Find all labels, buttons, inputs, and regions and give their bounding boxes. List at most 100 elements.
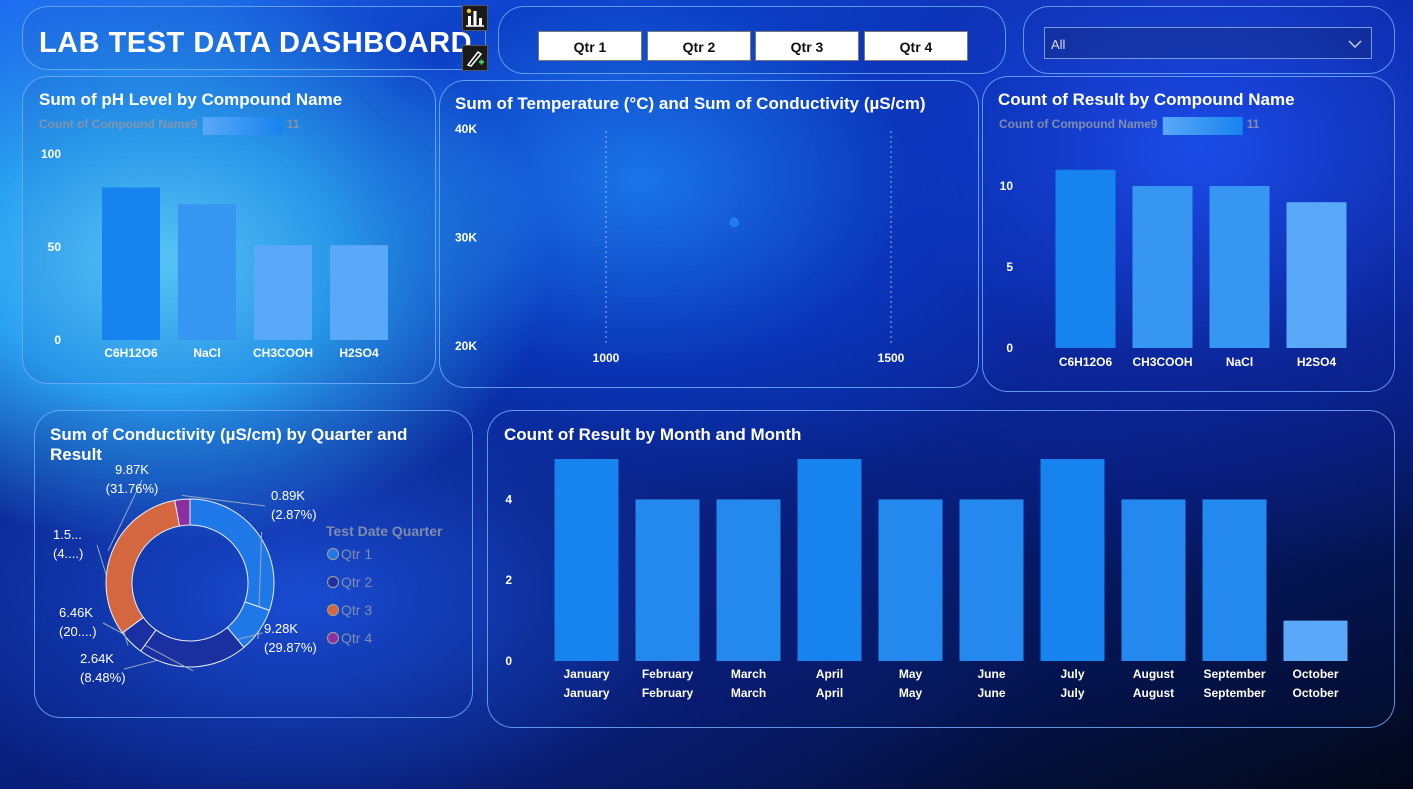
qtr-2-button[interactable]: Qtr 2 <box>647 31 751 61</box>
donut-slice <box>189 498 275 612</box>
x-tick-label: 1500 <box>878 351 905 365</box>
y-tick-label: 5 <box>1006 260 1013 274</box>
bar-January <box>554 459 619 661</box>
x-tick-label: January <box>563 686 609 700</box>
format-brush-icon[interactable] <box>462 45 488 71</box>
filter-dropdown[interactable]: All <box>1044 27 1372 59</box>
bar-chart-icon[interactable] <box>462 5 488 31</box>
donut-slice <box>105 499 181 634</box>
bar-H2SO4 <box>1286 202 1347 348</box>
result-chart: Count of Compound Name 9 11 0 5 10 C6H12O6 CH3C… <box>999 117 1347 369</box>
donut-legend-marker <box>326 547 340 561</box>
y-tick-label: 2 <box>505 573 512 587</box>
x-tick-label: H2SO4 <box>1297 355 1337 369</box>
bar-NaCl <box>178 204 236 340</box>
filter-dropdown-value: All <box>1051 37 1066 52</box>
donut-label-percent: (8.48%) <box>80 670 126 685</box>
donut-legend-title: Test Date Quarter <box>326 523 443 539</box>
donut-label-value: 0.89K <box>271 488 305 503</box>
x-tick-label: March <box>731 686 766 700</box>
y-tick-label: 4 <box>505 492 512 506</box>
donut-label-value: 9.28K <box>264 621 298 636</box>
bar-CH3COOH <box>1132 186 1193 348</box>
quarter-slicer-panel: Qtr 1 Qtr 2 Qtr 3 Qtr 4 <box>498 6 1006 74</box>
x-tick-label: February <box>642 686 694 700</box>
x-tick-label: October <box>1292 667 1338 681</box>
y-tick-label: 40K <box>455 122 477 136</box>
bar-April <box>797 459 862 661</box>
bar-C6H12O6 <box>1055 169 1116 348</box>
donut-label-value: 2.64K <box>80 651 114 666</box>
x-tick-label: June <box>977 667 1005 681</box>
qtr-4-button[interactable]: Qtr 4 <box>864 31 968 61</box>
bar-May <box>878 499 943 661</box>
ph-chart-panel: Sum of pH Level by Compound Name Count o… <box>22 76 436 384</box>
y-tick-label: 50 <box>48 240 62 254</box>
month-chart-panel: Count of Result by Month and Month 0 2 4 Ja… <box>487 410 1395 728</box>
x-tick-label: July <box>1060 667 1084 681</box>
bar-C6H12O6 <box>102 187 160 340</box>
scatter-chart: 1000 1500 20K 30K 40K <box>455 122 905 365</box>
x-tick-label: NaCl <box>1226 355 1253 369</box>
bar-June <box>959 499 1024 661</box>
bar-H2SO4 <box>330 245 388 340</box>
donut-label-percent: (29.87%) <box>264 640 317 655</box>
x-tick-label: NaCl <box>193 346 220 360</box>
legend-max: 11 <box>1247 117 1260 131</box>
x-tick-label: April <box>816 667 843 681</box>
donut-chart-panel: Sum of Conductivity (µS/cm) by Quarter a… <box>34 410 473 718</box>
x-tick-label: H2SO4 <box>339 346 379 360</box>
donut-legend-marker <box>326 631 340 645</box>
legend-min: 9 <box>191 117 198 131</box>
donut-legend-marker <box>326 603 340 617</box>
donut-chart: 9.28K (29.87%) 2.64K (8.48%) 6.46K (20....) 1.… <box>53 462 443 685</box>
x-tick-label: September <box>1203 667 1265 681</box>
y-tick-label: 100 <box>41 147 61 161</box>
x-tick-label: July <box>1060 686 1084 700</box>
x-tick-label: April <box>816 686 843 700</box>
x-tick-label: February <box>642 667 694 681</box>
donut-label-percent: (4....) <box>53 546 83 561</box>
bar-August <box>1121 499 1186 661</box>
y-tick-label: 0 <box>505 654 512 668</box>
y-tick-label: 10 <box>1000 179 1014 193</box>
x-tick-label: September <box>1203 686 1265 700</box>
bar-CH3COOH <box>254 245 312 340</box>
result-chart-panel: Count of Result by Compound Name Count o… <box>982 76 1395 392</box>
y-tick-label: 30K <box>455 231 477 245</box>
month-chart: 0 2 4 January January February February March Ma… <box>505 459 1348 700</box>
donut-label-percent: (31.76%) <box>106 481 159 496</box>
x-tick-label: June <box>977 686 1005 700</box>
qtr-1-button[interactable]: Qtr 1 <box>538 31 642 61</box>
legend-gradient <box>1162 117 1243 135</box>
bar-September <box>1202 499 1267 661</box>
y-tick-label: 0 <box>54 333 61 347</box>
x-tick-label: March <box>731 667 766 681</box>
x-tick-label: CH3COOH <box>1132 355 1192 369</box>
bar-February <box>635 499 700 661</box>
bar-July <box>1040 459 1105 661</box>
x-tick-label: January <box>563 667 609 681</box>
legend-max: 11 <box>287 117 300 131</box>
chevron-down-icon <box>1348 40 1362 49</box>
donut-label-value: 9.87K <box>115 462 149 477</box>
donut-label-percent: (20....) <box>59 624 97 639</box>
x-tick-label: August <box>1133 686 1174 700</box>
donut-legend-item: Qtr 2 <box>341 574 372 590</box>
filter-panel: All <box>1023 6 1395 74</box>
x-tick-label: C6H12O6 <box>104 346 158 360</box>
donut-label-value: 1.5... <box>53 527 82 542</box>
legend-min: 9 <box>1151 117 1158 131</box>
bar-NaCl <box>1209 186 1270 348</box>
title-panel: LAB TEST DATA DASHBOARD <box>22 6 486 70</box>
qtr-3-button[interactable]: Qtr 3 <box>755 31 859 61</box>
x-tick-label: C6H12O6 <box>1059 355 1113 369</box>
donut-legend-item: Qtr 3 <box>341 602 372 618</box>
legend-label: Count of Compound Name <box>39 117 191 131</box>
scatter-chart-panel: Sum of Temperature (°C) and Sum of Condu… <box>439 80 979 388</box>
donut-label-value: 6.46K <box>59 605 93 620</box>
donut-legend-item: Qtr 4 <box>341 630 372 646</box>
donut-label-percent: (2.87%) <box>271 507 317 522</box>
scatter-point <box>729 217 740 228</box>
y-tick-label: 20K <box>455 339 477 353</box>
